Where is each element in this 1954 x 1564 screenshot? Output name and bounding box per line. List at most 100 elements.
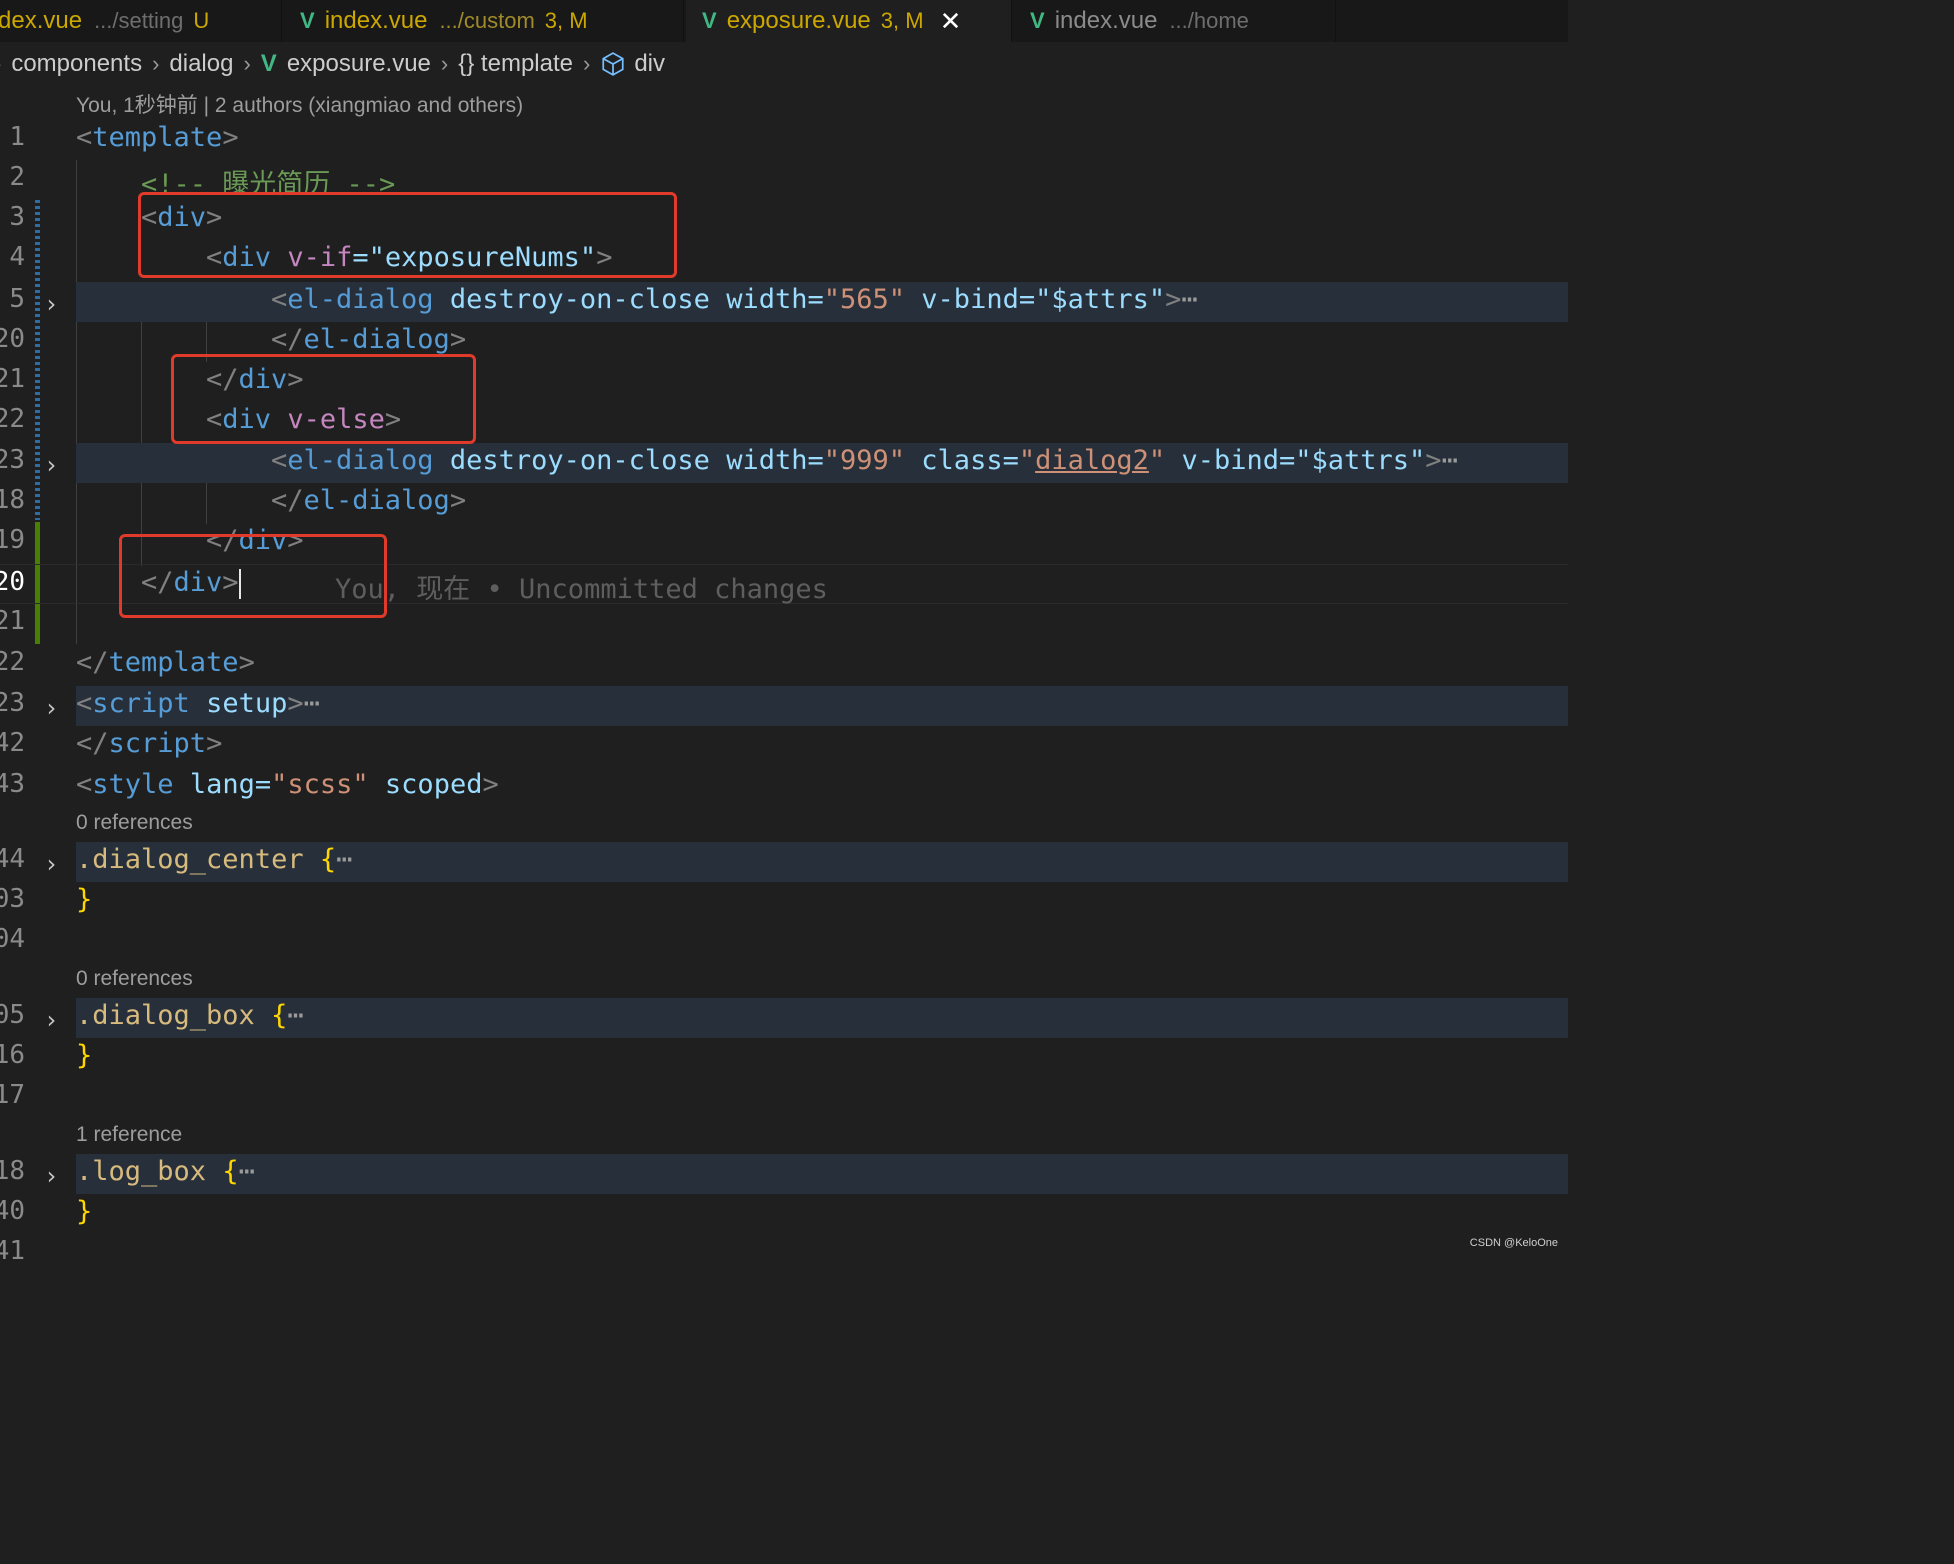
breadcrumb-item[interactable]: exposure.vue [287, 50, 431, 78]
tab-exposure[interactable]: V exposure.vue 3, M ✕ [686, 0, 1012, 42]
code-line[interactable]: 1 <template> [0, 120, 1568, 160]
line-number: 40 [0, 1196, 25, 1226]
code-line[interactable]: 05 › .dialog_box {⋯ [0, 998, 1568, 1038]
code-text: } [76, 1196, 93, 1227]
chevron-right-icon: › [243, 51, 251, 76]
references-codelens[interactable]: 1 reference [76, 1123, 182, 1147]
line-number: 2 [9, 162, 25, 192]
breadcrumb-item[interactable]: dialog [169, 50, 233, 78]
chevron-right-icon[interactable]: › [44, 694, 58, 722]
code-line[interactable]: 16 } [0, 1038, 1568, 1078]
tab-path: .../setting [94, 8, 184, 33]
references-codelens[interactable]: 0 references [76, 811, 193, 835]
code-line[interactable]: 04 [0, 922, 1568, 962]
chevron-right-icon[interactable]: › [44, 1162, 58, 1190]
cube-icon [602, 52, 624, 76]
code-line[interactable]: 41 [0, 1234, 1568, 1274]
ellipsis-icon: ⋯ [303, 688, 320, 719]
line-number: 20 [0, 567, 25, 597]
code-line[interactable]: 17 [0, 1078, 1568, 1118]
annotation-box [171, 354, 476, 444]
line-number: 23 [0, 688, 25, 718]
line-number: 21 [0, 606, 25, 636]
code-text: </el-dialog> [271, 324, 467, 355]
tab-home-index[interactable]: V index.vue .../home [1014, 0, 1336, 42]
ellipsis-icon: ⋯ [336, 844, 353, 875]
breadcrumb-item[interactable]: components [11, 50, 142, 78]
line-number: 23 [0, 445, 25, 475]
tab-label: index.vue [1054, 7, 1158, 34]
code-line[interactable]: 40 } [0, 1194, 1568, 1234]
chevron-right-icon[interactable]: › [44, 290, 58, 318]
breadcrumb: › components › dialog › V exposure.vue ›… [0, 46, 665, 82]
tab-setting-index[interactable]: dex.vue .../setting U [0, 0, 282, 42]
inline-blame: You, 现在 • Uncommitted changes [335, 574, 828, 605]
chevron-right-icon[interactable]: › [44, 451, 58, 479]
line-number: 05 [0, 1000, 25, 1030]
code-line[interactable]: 44 › .dialog_center {⋯ [0, 842, 1568, 882]
tab-bar: dex.vue .../setting U V index.vue .../cu… [0, 0, 1568, 42]
line-number: 1 [9, 122, 25, 152]
code-text: } [76, 1040, 93, 1071]
chevron-right-icon[interactable]: › [44, 1006, 58, 1034]
code-text: .log_box {⋯ [76, 1156, 255, 1187]
code-text: <el-dialog destroy-on-close width="565" … [271, 284, 1198, 315]
line-number: 04 [0, 924, 25, 954]
code-line[interactable]: 43 <style lang="scss" scoped> [0, 767, 1568, 807]
code-text: </el-dialog> [271, 485, 467, 516]
line-number: 4 [9, 242, 25, 272]
ellipsis-icon: ⋯ [1181, 284, 1198, 315]
tab-label: dex.vue [0, 7, 83, 34]
code-line[interactable]: 18 › .log_box {⋯ [0, 1154, 1568, 1194]
annotation-box [138, 192, 677, 278]
tab-label: index.vue [324, 7, 428, 34]
code-line[interactable]: 5 › <el-dialog destroy-on-close width="5… [0, 282, 1568, 322]
code-text: <style lang="scss" scoped> [76, 769, 499, 800]
line-number: 41 [0, 1236, 25, 1266]
tab-label: exposure.vue [726, 7, 871, 34]
breadcrumb-item[interactable]: div [634, 50, 665, 78]
blame-codelens[interactable]: You, 1秒钟前 | 2 authors (xiangmiao and oth… [76, 89, 523, 119]
vue-icon: V [1030, 8, 1045, 33]
code-text: .dialog_box {⋯ [76, 1000, 304, 1031]
code-text: <script setup>⋯ [76, 688, 320, 719]
code-text: <el-dialog destroy-on-close width="999" … [271, 445, 1458, 476]
line-number: 20 [0, 324, 25, 354]
code-line[interactable]: 23 › <el-dialog destroy-on-close width="… [0, 443, 1568, 483]
annotation-box [119, 534, 387, 618]
code-line[interactable]: 18 </el-dialog> [0, 483, 1568, 523]
code-text: <template> [76, 122, 239, 153]
code-text: </template> [76, 647, 255, 678]
chevron-right-icon: › [0, 51, 1, 77]
references-codelens[interactable]: 0 references [76, 967, 193, 991]
code-text: .dialog_center {⋯ [76, 844, 353, 875]
tab-custom-index[interactable]: V index.vue .../custom 3, M [284, 0, 684, 42]
code-line[interactable]: 03 } [0, 882, 1568, 922]
chevron-right-icon[interactable]: › [44, 850, 58, 878]
code-text: } [76, 884, 93, 915]
line-number: 22 [0, 647, 25, 677]
chevron-right-icon: › [152, 51, 160, 76]
watermark: CSDN @KeloOne [1469, 1237, 1558, 1249]
vue-icon: V [702, 8, 717, 33]
close-icon[interactable]: ✕ [940, 6, 962, 37]
line-number: 3 [9, 202, 25, 232]
ellipsis-icon: ⋯ [287, 1000, 304, 1031]
line-number: 43 [0, 769, 25, 799]
chevron-right-icon: › [440, 51, 449, 76]
tab-status: 3, M [544, 8, 588, 33]
ellipsis-icon: ⋯ [238, 1156, 255, 1187]
tab-path: .../home [1169, 8, 1249, 33]
line-number: 44 [0, 844, 25, 874]
vue-icon: V [300, 8, 315, 33]
breadcrumb-item[interactable]: {} template [458, 50, 573, 78]
line-number: 18 [0, 485, 25, 515]
code-line[interactable]: 22 </template> [0, 645, 1568, 685]
line-number: 5 [9, 284, 25, 314]
line-number: 21 [0, 364, 25, 394]
line-number: 16 [0, 1040, 25, 1070]
line-number: 17 [0, 1080, 25, 1110]
code-line[interactable]: 23 › <script setup>⋯ [0, 686, 1568, 726]
code-line[interactable]: 42 </script> [0, 726, 1568, 766]
vue-icon: V [260, 50, 277, 77]
